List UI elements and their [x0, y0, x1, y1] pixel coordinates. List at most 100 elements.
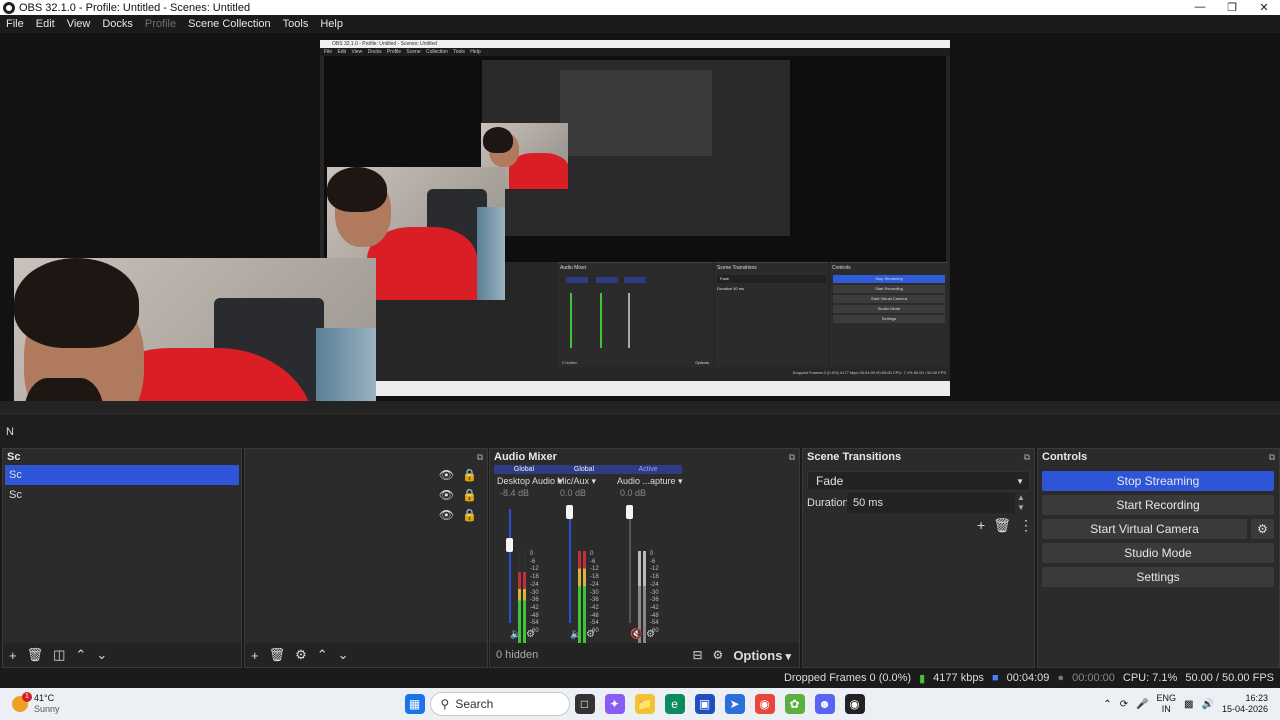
scene-item-selected[interactable]: Sc: [5, 465, 239, 485]
file-explorer-icon[interactable]: 📁: [634, 694, 655, 714]
speaker-icon[interactable]: 🔈: [570, 629, 582, 640]
visibility-eye-icon[interactable]: 👁: [439, 468, 454, 482]
network-icon[interactable]: ▩: [1184, 699, 1193, 710]
transition-select[interactable]: Fade ▼: [807, 471, 1030, 491]
scene-down-button[interactable]: ⌄: [96, 647, 107, 663]
channel-settings-icon[interactable]: ⚙: [526, 629, 535, 640]
stop-streaming-button[interactable]: Stop Streaming: [1042, 471, 1274, 491]
channel-select[interactable]: Desktop Audio ▾: [494, 474, 562, 488]
audio-popout-icon[interactable]: ⧉: [789, 452, 795, 463]
mini-vcam: Start Virtual Camera: [833, 295, 945, 303]
mini-rec: Start Recording: [833, 285, 945, 293]
edge-icon[interactable]: e: [664, 694, 685, 714]
volume-fader-knob[interactable]: [626, 505, 633, 519]
channel-settings-icon[interactable]: ⚙: [586, 629, 595, 640]
close-button[interactable]: ✕: [1248, 1, 1280, 14]
lock-icon[interactable]: 🔒: [462, 468, 477, 482]
transitions-popout-icon[interactable]: ⧉: [1024, 452, 1030, 463]
scene-filter-button[interactable]: ◫: [53, 647, 65, 663]
discord-icon[interactable]: ☻: [814, 694, 835, 714]
search-icon: ⚲: [440, 697, 450, 711]
source-settings-button[interactable]: ⚙: [295, 647, 307, 663]
add-scene-button[interactable]: +: [9, 648, 17, 663]
menu-file[interactable]: File: [0, 18, 30, 30]
options-button[interactable]: Options ▾: [733, 648, 791, 663]
menu-view[interactable]: View: [61, 18, 97, 30]
remote-icon[interactable]: ➤: [724, 694, 745, 714]
scenes-dock: Sc Sc Sc + 🗑 ◫ ⌃ ⌄: [2, 448, 242, 668]
duration-input[interactable]: 50 ms: [847, 493, 1015, 513]
speaker-icon[interactable]: 🔈: [510, 629, 522, 640]
virtual-camera-gear-icon[interactable]: ⚙: [1251, 519, 1274, 539]
source-row[interactable]: 👁 🔒: [245, 505, 487, 525]
volume-icon[interactable]: 🔊: [1202, 699, 1214, 710]
volume-fader-track[interactable]: [629, 509, 631, 623]
source-row[interactable]: 👁 🔒: [245, 465, 487, 485]
source-down-button[interactable]: ⌄: [338, 647, 349, 663]
start-virtual-camera-button[interactable]: Start Virtual Camera: [1042, 519, 1247, 539]
mixer-settings-icon[interactable]: ⚙: [713, 648, 724, 662]
transition-menu-icon[interactable]: ⋮: [1019, 517, 1033, 534]
menu-edit[interactable]: Edit: [30, 18, 61, 30]
menu-help[interactable]: Help: [314, 18, 349, 30]
add-source-button[interactable]: +: [251, 648, 259, 663]
visibility-eye-icon[interactable]: 👁: [439, 508, 454, 522]
channel-select[interactable]: Mic/Aux ▾: [554, 474, 614, 488]
taskbar-search[interactable]: ⚲ Search: [429, 692, 570, 716]
scene-item[interactable]: Sc: [3, 485, 241, 505]
menu-bar: File Edit View Docks Profile Scene Colle…: [0, 15, 1280, 33]
windows-start-icon[interactable]: ▦: [404, 694, 425, 714]
channel-settings-icon[interactable]: ⚙: [646, 629, 655, 640]
minimize-button[interactable]: —: [1184, 1, 1216, 14]
copilot-icon[interactable]: ✦: [604, 694, 625, 714]
volume-fader-track[interactable]: [569, 509, 571, 623]
tray-chevron-icon[interactable]: ⌃: [1103, 699, 1111, 710]
task-view-icon[interactable]: □: [574, 694, 595, 714]
weather-widget[interactable]: 1 41°C Sunny: [12, 692, 60, 715]
scene-up-button[interactable]: ⌃: [75, 647, 86, 663]
duration-stepper[interactable]: ▲ ▼: [1017, 493, 1025, 513]
windows-taskbar: 1 41°C Sunny ▦ ⚲ Search □ ✦ 📁 e ▣ ➤ ◉ ✿ ☻…: [0, 688, 1280, 720]
settings-button[interactable]: Settings: [1042, 567, 1274, 587]
store-icon[interactable]: ▣: [694, 694, 715, 714]
meter-scale: 0 -6 -12 -18 -24 -30 -36 -42 -48 -54 -60: [650, 551, 659, 635]
remove-transition-button[interactable]: 🗑: [993, 517, 1011, 534]
duration-label: Duration: [807, 497, 849, 509]
lock-icon[interactable]: 🔒: [462, 508, 477, 522]
source-up-button[interactable]: ⌃: [317, 647, 328, 663]
clock[interactable]: 16:23 15-04-2026: [1222, 693, 1268, 715]
tray-app-icon[interactable]: ⟳: [1120, 699, 1128, 710]
menu-scene-collection[interactable]: Scene Collection: [182, 18, 277, 30]
meter-scale: 0 -6 -12 -18 -24 -30 -36 -42 -48 -54 -60: [590, 551, 599, 635]
maximize-button[interactable]: ❐: [1216, 1, 1248, 14]
mini-taskbar: [320, 381, 950, 396]
remove-source-button[interactable]: 🗑: [269, 647, 286, 663]
obs-taskbar-icon[interactable]: ◉: [844, 694, 865, 714]
add-transition-button[interactable]: +: [977, 517, 985, 534]
app-icon[interactable]: ✿: [784, 694, 805, 714]
volume-fader-knob[interactable]: [566, 505, 573, 519]
language-indicator[interactable]: ENG IN: [1157, 693, 1177, 715]
visibility-eye-icon[interactable]: 👁: [439, 488, 454, 502]
menu-docks[interactable]: Docks: [96, 18, 139, 30]
stream-status-icon: ■: [991, 672, 999, 684]
layout-toggle-icon[interactable]: ⊟: [692, 648, 702, 662]
studio-mode-button[interactable]: Studio Mode: [1042, 543, 1274, 563]
volume-fader-knob[interactable]: [506, 538, 513, 552]
channel-db: -8.4 dB: [500, 488, 530, 498]
sources-popout-icon[interactable]: ⧉: [477, 452, 483, 463]
start-recording-button[interactable]: Start Recording: [1042, 495, 1274, 515]
muted-speaker-icon[interactable]: 🔇: [630, 629, 642, 640]
remove-scene-button[interactable]: 🗑: [27, 647, 44, 663]
menu-profile[interactable]: Profile: [139, 18, 182, 30]
lock-icon[interactable]: 🔒: [462, 488, 477, 502]
source-row[interactable]: 👁 🔒: [245, 485, 487, 505]
channel-select[interactable]: Audio ...apture ▾: [614, 474, 683, 488]
dock-splitter[interactable]: [0, 401, 1280, 414]
chrome-icon[interactable]: ◉: [754, 694, 775, 714]
microphone-icon[interactable]: 🎤: [1136, 699, 1148, 710]
menu-tools[interactable]: Tools: [277, 18, 315, 30]
volume-fader-track[interactable]: [509, 509, 511, 623]
controls-popout-icon[interactable]: ⧉: [1269, 452, 1275, 463]
channel-db: 0.0 dB: [620, 488, 647, 498]
